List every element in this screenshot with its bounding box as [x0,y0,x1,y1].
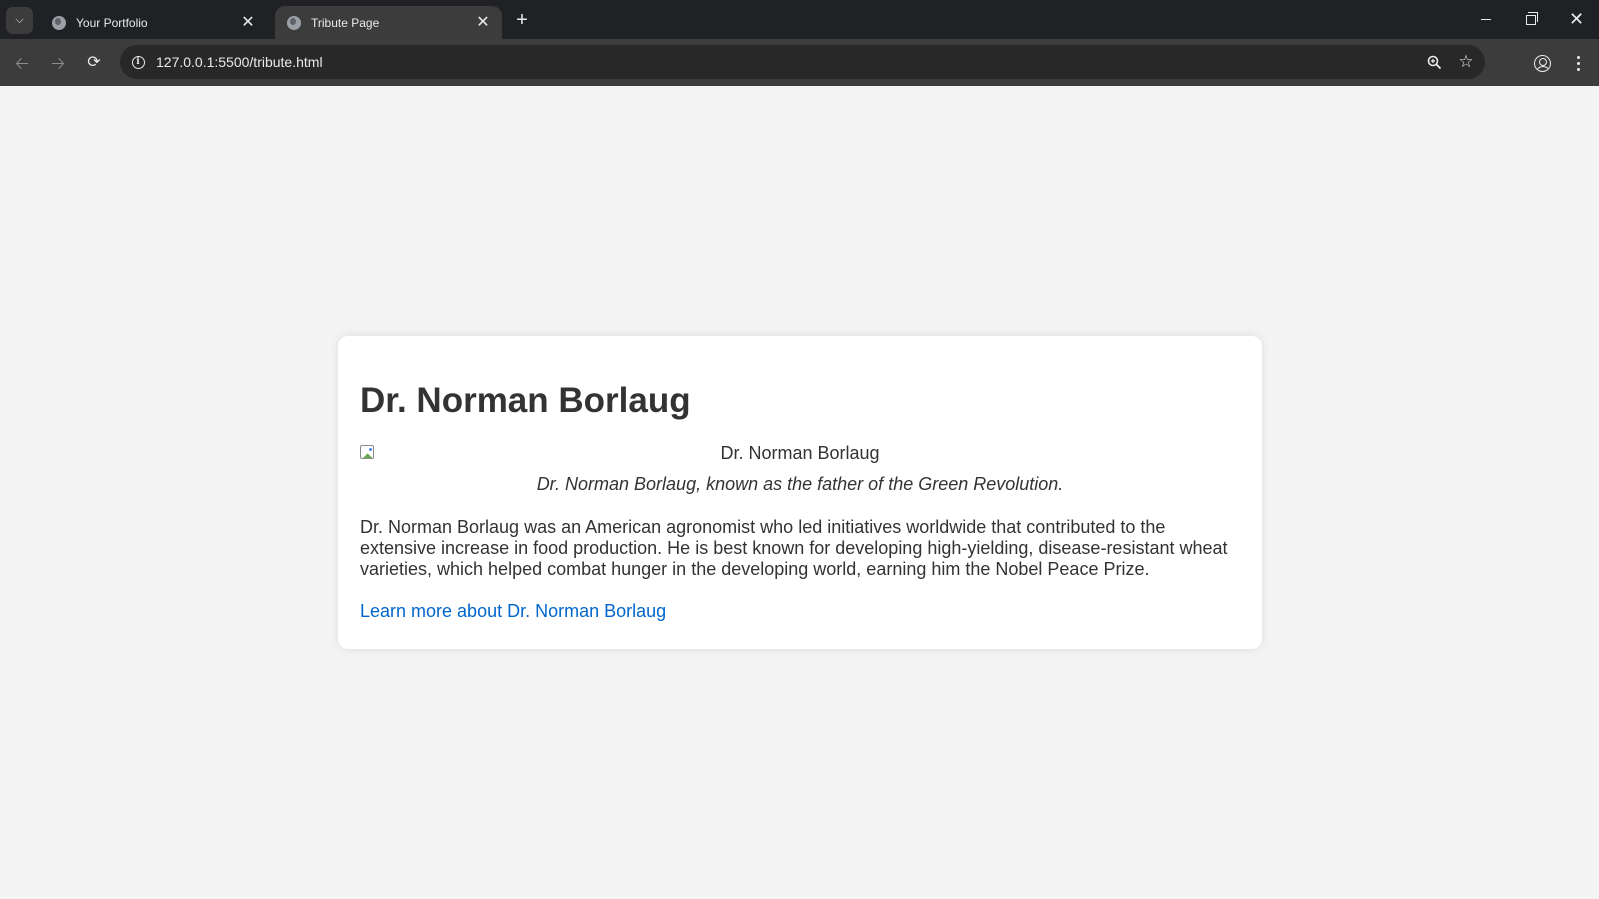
site-info-button[interactable]: i [127,51,149,73]
tab-tribute-page[interactable]: Tribute Page ✕ [275,6,502,39]
minimize-button[interactable] [1463,0,1508,39]
zoom-button[interactable] [1419,47,1449,77]
url-text[interactable]: 127.0.0.1:5500/tribute.html [156,54,1419,70]
profile-button[interactable] [1528,49,1556,77]
close-icon[interactable]: ✕ [474,14,492,32]
tab-title: Your Portfolio [76,15,148,30]
close-icon: ✕ [1568,9,1585,29]
browser-toolbar: 🡠 🡢 ⟳ i 127.0.0.1:5500/tribute.html ☆ [0,39,1599,86]
tab-strip: ⌵ Your Portfolio ✕ Tribute Page ✕ + ✕ [0,0,1599,39]
menu-dot [1576,67,1580,71]
tribute-description: Dr. Norman Borlaug was an American agron… [360,517,1228,579]
browser-menu-button[interactable] [1564,49,1592,77]
star-icon: ☆ [1458,52,1474,71]
image-alt-text: Dr. Norman Borlaug [720,443,880,463]
profile-icon [1533,54,1551,72]
new-tab-button[interactable]: + [510,8,534,32]
arrow-right-icon: 🡢 [51,53,65,73]
zoom-icon [1427,55,1441,69]
restore-icon [1525,11,1538,25]
globe-icon [287,15,301,30]
close-icon[interactable]: ✕ [239,14,257,32]
tribute-figure: Dr. Norman Borlaug Dr. Norman Borlaug, k… [360,441,1240,503]
chevron-down-icon: ⌵ [15,14,24,26]
tab-your-portfolio[interactable]: Your Portfolio ✕ [40,6,267,39]
globe-icon [52,15,66,30]
menu-dot [1576,61,1580,65]
reload-button[interactable]: ⟳ [80,49,108,77]
forward-button[interactable]: 🡢 [44,49,72,77]
reload-icon: ⟳ [87,54,101,71]
bookmark-button[interactable]: ☆ [1451,47,1481,77]
tab-title: Tribute Page [311,15,380,30]
arrow-left-icon: 🡠 [15,53,29,73]
minimize-icon [1480,19,1491,20]
info-icon: i [131,55,145,69]
restore-button[interactable] [1508,0,1553,39]
window-close-button[interactable]: ✕ [1554,0,1599,39]
learn-more-link[interactable]: Learn more about Dr. Norman Borlaug [360,601,666,622]
tab-search-button[interactable]: ⌵ [6,7,33,34]
image-caption: Dr. Norman Borlaug, known as the father … [536,474,1064,494]
tribute-image: Dr. Norman Borlaug [360,441,1240,465]
tribute-card: Dr. Norman Borlaug Dr. Norman Borlaug Dr… [338,336,1262,649]
address-bar[interactable]: i 127.0.0.1:5500/tribute.html ☆ [120,45,1485,79]
back-button[interactable]: 🡠 [8,49,36,77]
plus-icon: + [516,9,528,31]
page-title: Dr. Norman Borlaug [360,381,691,420]
broken-image-icon [360,445,378,461]
menu-dot [1576,55,1580,59]
page-viewport: Dr. Norman Borlaug Dr. Norman Borlaug Dr… [0,86,1599,899]
